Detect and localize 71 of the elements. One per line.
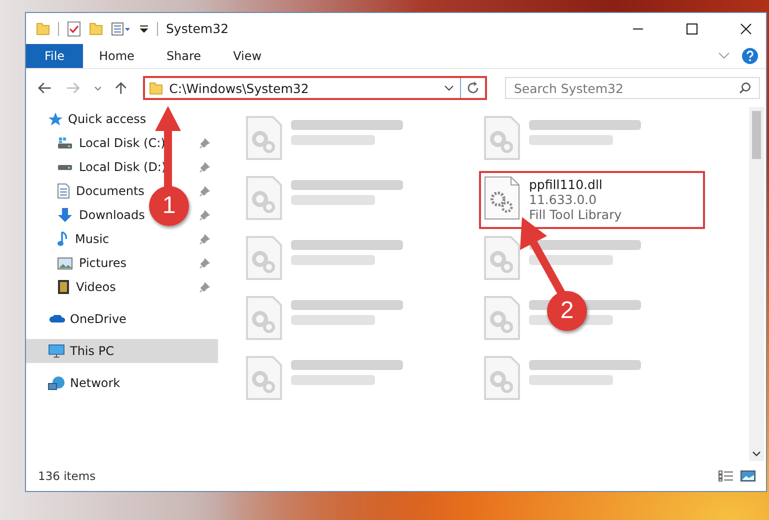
sidebar-item[interactable]: Network [26,371,218,395]
file-icon[interactable] [483,235,521,281]
highlighted-file-item[interactable]: ppfill110.dll 11.633.0.0 Fill Tool Library [479,171,705,229]
ribbon-tab[interactable]: Share [150,44,218,68]
file-icon[interactable] [245,115,283,161]
file-icon[interactable] [245,175,283,221]
drive-icon [57,137,73,149]
drive-icon [57,164,73,170]
pin-icon[interactable] [199,234,210,244]
checklist-icon[interactable] [67,20,81,36]
forward-icon[interactable] [66,82,80,94]
back-icon[interactable] [38,82,52,94]
refresh-icon[interactable] [466,81,480,95]
monitor-icon [48,344,65,358]
file-name: ppfill110.dll [529,177,604,192]
sidebar-item[interactable]: Local Disk (C:) [57,131,166,155]
sidebar-item[interactable]: Downloads [57,203,145,227]
folder-icon [149,82,164,94]
film-icon [57,279,70,295]
sidebar-item[interactable]: Quick access [26,107,218,131]
large-icons-view-icon[interactable] [740,470,756,482]
gear-file-icon [483,175,521,221]
sidebar-item[interactable]: Documents [57,179,144,203]
item-count: 136 items [38,469,96,483]
file-menu-button[interactable]: File [26,44,83,68]
minimize-icon[interactable] [632,28,644,30]
folder-icon[interactable] [36,22,50,34]
sidebar-item[interactable]: OneDrive [26,307,218,331]
ribbon-tab[interactable]: Home [83,44,150,68]
ribbon-tab[interactable]: View [217,44,278,68]
pin-icon[interactable] [199,258,210,268]
sidebar-item[interactable]: This PC [26,339,218,363]
close-icon[interactable] [740,22,752,34]
picture-icon [57,256,73,270]
file-detail: 11.633.0.0 [529,192,598,207]
download-icon [57,208,73,222]
help-icon[interactable] [742,48,758,64]
network-icon [48,376,65,390]
sidebar-item[interactable]: Music [57,227,110,251]
address-field[interactable]: C:\Windows\System32 [145,78,461,98]
up-icon[interactable] [115,81,128,95]
file-detail: Fill Tool Library [529,207,622,222]
file-icon[interactable] [483,355,521,401]
pin-icon[interactable] [199,282,210,292]
scrollbar-thumb[interactable] [752,111,761,159]
file-icon[interactable] [245,355,283,401]
star-icon [48,112,63,126]
file-icon[interactable] [245,295,283,341]
properties-icon[interactable] [111,22,131,36]
cloud-icon [48,315,65,323]
details-view-icon[interactable] [718,470,734,482]
folder-icon[interactable] [89,22,103,34]
file-icon[interactable] [245,235,283,281]
sidebar-item[interactable]: Pictures [57,251,127,275]
window-title: System32 [166,21,229,36]
file-icon[interactable] [483,115,521,161]
pin-icon[interactable] [199,162,210,172]
scroll-down-icon[interactable] [752,451,761,457]
sidebar-item[interactable]: Videos [57,275,116,299]
file-icon[interactable] [483,295,521,341]
chevron-icon[interactable] [718,52,730,60]
search-icon [739,82,751,94]
pin-icon[interactable] [199,138,210,148]
document-icon [57,183,70,199]
maximize-icon[interactable] [686,22,698,34]
pin-icon[interactable] [199,186,210,196]
dropdown-icon[interactable] [139,24,149,32]
dropdown-icon[interactable] [444,85,454,91]
search-field[interactable]: Search System32 [505,77,760,99]
pin-icon[interactable] [199,210,210,220]
music-note-icon [57,231,69,247]
